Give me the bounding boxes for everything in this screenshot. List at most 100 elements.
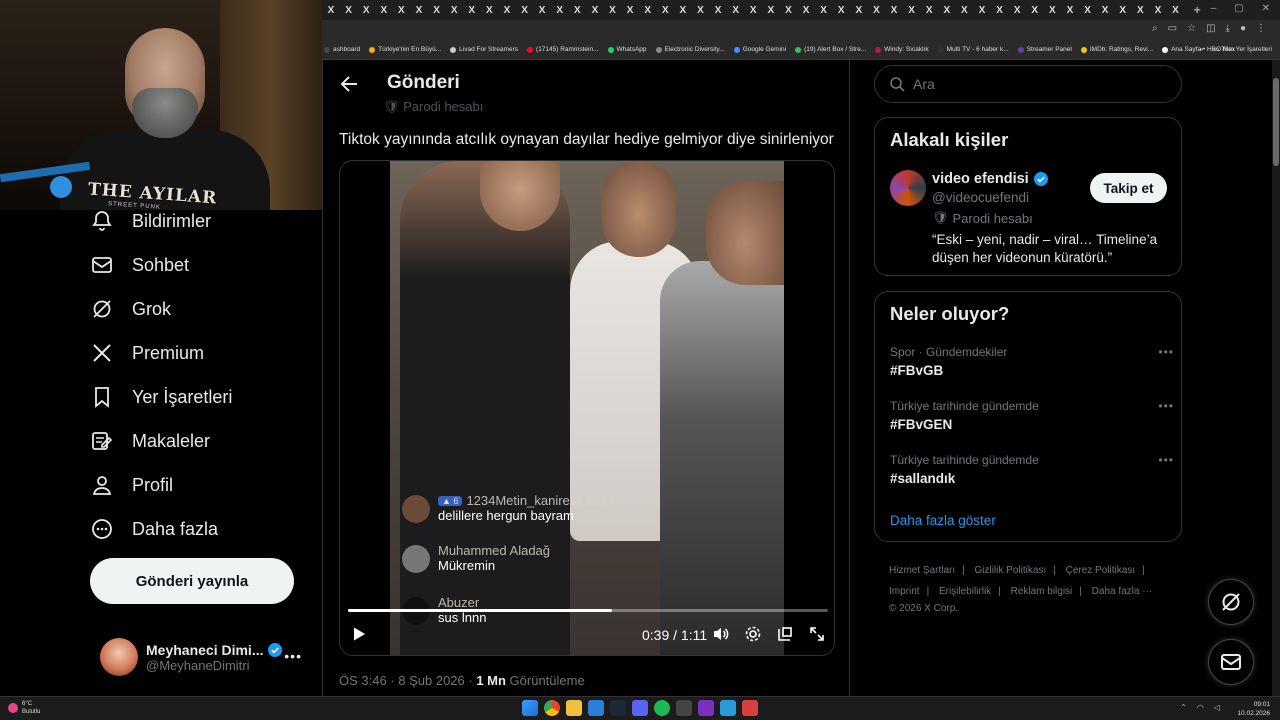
star-icon[interactable]: ☆	[1187, 23, 1196, 34]
scrollbar-thumb[interactable]	[1273, 78, 1279, 166]
grok-fab[interactable]	[1208, 579, 1254, 625]
download-icon[interactable]: ⤓	[1226, 23, 1230, 34]
browser-tab[interactable]: X	[1169, 2, 1183, 18]
browser-tab[interactable]: X	[852, 2, 866, 18]
app-icon[interactable]	[698, 700, 714, 716]
app-icon[interactable]	[742, 700, 758, 716]
browser-tab[interactable]: X	[922, 2, 936, 18]
footer-link[interactable]: Erişilebilirlik	[939, 586, 991, 597]
wifi-icon[interactable]: ◠	[1197, 703, 1204, 712]
taskbar-clock[interactable]: 09:01 10.02.2026	[1237, 700, 1270, 718]
sidebar-item-premium[interactable]: Premium	[90, 335, 204, 371]
browser-tab[interactable]: X	[342, 2, 356, 18]
browser-tab[interactable]: X	[518, 2, 532, 18]
minimize-icon[interactable]: –	[1211, 3, 1217, 14]
close-icon[interactable]: ✕	[1262, 3, 1270, 14]
browser-tab[interactable]: X	[746, 2, 760, 18]
browser-tab[interactable]: X	[711, 2, 725, 18]
browser-tab[interactable]: X	[764, 2, 778, 18]
video-progress-bar[interactable]	[348, 609, 828, 612]
browser-tab[interactable]: X	[799, 2, 813, 18]
bookmark-item[interactable]: Türkiye'nin En Büyü...	[369, 46, 441, 53]
browser-tab[interactable]: X	[535, 2, 549, 18]
browser-tab[interactable]: X	[1151, 2, 1165, 18]
browser-tab[interactable]: X	[430, 2, 444, 18]
bookmarks-more[interactable]: »	[1200, 46, 1204, 53]
browser-tab[interactable]: X	[588, 2, 602, 18]
bookmark-item[interactable]: Google Gemini	[733, 46, 786, 53]
browser-tab[interactable]: X	[1098, 2, 1112, 18]
sidebar-item-grok[interactable]: Grok	[90, 291, 171, 327]
back-arrow-icon[interactable]	[337, 72, 361, 96]
browser-tab[interactable]: X	[658, 2, 672, 18]
post-button[interactable]: Gönderi yayınla	[90, 558, 294, 604]
fullscreen-icon[interactable]	[806, 623, 828, 645]
trend-more-icon[interactable]: •••	[1158, 399, 1174, 413]
browser-tab[interactable]: X	[641, 2, 655, 18]
app-icon[interactable]	[588, 700, 604, 716]
calculator-icon[interactable]	[676, 700, 692, 716]
new-tab-button[interactable]: +	[1190, 2, 1204, 18]
browser-tab[interactable]: X	[957, 2, 971, 18]
zoom-icon[interactable]: ⌕	[1152, 23, 1158, 34]
related-name[interactable]: video efendisi	[932, 171, 1049, 187]
browser-tab[interactable]: X	[817, 2, 831, 18]
browser-tab[interactable]: X	[905, 2, 919, 18]
trend-more-icon[interactable]: •••	[1158, 345, 1174, 359]
footer-link[interactable]: Çerez Politikası	[1066, 565, 1135, 576]
browser-tab[interactable]: X	[377, 2, 391, 18]
speaker-icon[interactable]: ◁	[1214, 703, 1220, 712]
browser-tab[interactable]: X	[1028, 2, 1042, 18]
bookmark-item[interactable]: ashboard	[324, 46, 360, 53]
browser-tab[interactable]: X	[623, 2, 637, 18]
trend-item[interactable]: Türkiye tarihinde gündemde #sallandık ••…	[890, 453, 1173, 486]
footer-link[interactable]: Daha fazla ···	[1092, 586, 1153, 597]
footer-link[interactable]: Hizmet Şartları	[889, 565, 955, 576]
picture-in-picture-icon[interactable]	[774, 623, 796, 645]
bookmark-item[interactable]: (19) Alert Box / Stre...	[795, 46, 866, 53]
trend-item[interactable]: Türkiye tarihinde gündemde #FBvGEN •••	[890, 399, 1173, 432]
browser-tab[interactable]: X	[781, 2, 795, 18]
app-icon[interactable]	[720, 700, 736, 716]
messages-fab[interactable]	[1208, 639, 1254, 685]
related-handle[interactable]: @videocuefendi	[932, 190, 1029, 205]
browser-tab[interactable]: X	[693, 2, 707, 18]
sidebar-item-more[interactable]: Daha fazla	[90, 511, 218, 547]
bookmark-item[interactable]: Windy: Sıcaklık	[875, 46, 929, 53]
profile-icon[interactable]: ●	[1240, 23, 1246, 34]
footer-link[interactable]: Imprint	[889, 586, 920, 597]
bookmark-item[interactable]: Electronic Diversity...	[655, 46, 725, 53]
browser-tab[interactable]: X	[1010, 2, 1024, 18]
sidebar-item-notifications[interactable]: Bildirimler	[90, 203, 211, 239]
browser-tab[interactable]: X	[676, 2, 690, 18]
browser-tab[interactable]: X	[975, 2, 989, 18]
browser-tab[interactable]: X	[1116, 2, 1130, 18]
page-scrollbar[interactable]	[1272, 60, 1280, 696]
browser-tab[interactable]: X	[1045, 2, 1059, 18]
sidebar-item-articles[interactable]: Makaleler	[90, 423, 210, 459]
browser-tab[interactable]: X	[500, 2, 514, 18]
browser-tab[interactable]: X	[1081, 2, 1095, 18]
browser-tab[interactable]: X	[570, 2, 584, 18]
file-explorer-icon[interactable]	[566, 700, 582, 716]
windows-start-icon[interactable]	[522, 700, 538, 716]
tray-chevron-icon[interactable]: ⌃	[1180, 703, 1187, 712]
account-switcher[interactable]: Meyhaneci Dimi... @MeyhaneDimitri •••	[100, 636, 312, 678]
weather-widget[interactable]: 6°C Bulutlu	[8, 700, 40, 716]
browser-tab[interactable]: X	[729, 2, 743, 18]
discord-icon[interactable]	[632, 700, 648, 716]
browser-tab[interactable]: X	[394, 2, 408, 18]
bookmark-item[interactable]: WhatsApp	[607, 46, 647, 53]
steam-icon[interactable]	[610, 700, 626, 716]
tweet-datetime[interactable]: ÖS 3:46 · 8 Şub 2026 ·	[339, 673, 476, 688]
avatar[interactable]	[890, 170, 926, 206]
browser-tab[interactable]: X	[553, 2, 567, 18]
bookmark-item[interactable]: Multi TV - 6 haber k...	[937, 46, 1009, 53]
trend-more-icon[interactable]: •••	[1158, 453, 1174, 467]
browser-tab[interactable]: X	[1133, 2, 1147, 18]
browser-tab[interactable]: X	[447, 2, 461, 18]
bookmark-item[interactable]: Livad For Streamers	[450, 46, 518, 53]
browser-tab[interactable]: X	[887, 2, 901, 18]
footer-link[interactable]: Gizlilik Politikası	[975, 565, 1047, 576]
all-bookmarks[interactable]: ▭ Tüm Yer İşaretleri	[1213, 45, 1272, 53]
